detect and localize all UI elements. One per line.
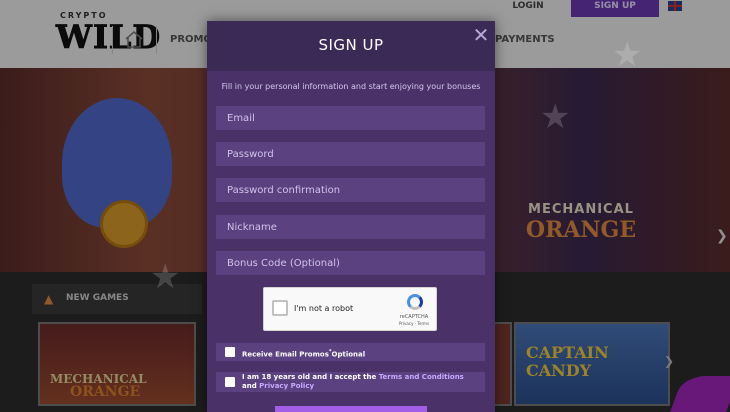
close-icon[interactable]: ✕	[472, 25, 490, 45]
password-field[interactable]	[216, 142, 485, 166]
email-promos-checkbox[interactable]	[225, 347, 235, 357]
sparkle-star-icon: ★	[540, 97, 571, 137]
recaptcha-widget: I'm not a robot reCAPTCHA Privacy · Term…	[263, 287, 437, 331]
modal-header: SIGN UP ✕	[207, 21, 495, 71]
email-promos-text: Receive Email Promos	[242, 350, 329, 359]
signup-modal: SIGN UP ✕ Fill in your personal informat…	[207, 21, 495, 412]
recaptcha-links[interactable]: Privacy · Terms	[394, 321, 434, 326]
bonus-code-field[interactable]	[216, 251, 485, 275]
modal-title: SIGN UP	[318, 36, 384, 54]
terms-label: I am 18 years old and I accept the Terms…	[242, 373, 478, 391]
sparkle-star-icon: ★	[612, 35, 643, 75]
email-field[interactable]	[216, 106, 485, 130]
terms-checkbox[interactable]	[225, 377, 235, 387]
email-promos-label: Receive Email Promos*Optional	[242, 349, 366, 359]
terms-link[interactable]: Terms and Conditions	[379, 373, 464, 381]
terms-and: and	[242, 382, 260, 390]
recaptcha-brand: reCAPTCHA	[399, 314, 429, 320]
recaptcha-label: I'm not a robot	[294, 304, 354, 313]
sparkle-star-icon: ★	[150, 257, 181, 297]
privacy-link[interactable]: Privacy Policy	[259, 382, 314, 390]
email-promos-optional: Optional	[331, 350, 366, 359]
signup-submit-button[interactable]	[275, 406, 427, 412]
email-promos-row: Receive Email Promos*Optional	[216, 343, 485, 361]
terms-prefix: I am 18 years old and I accept the	[242, 373, 379, 381]
recaptcha-checkbox[interactable]	[272, 300, 288, 316]
recaptcha-logo-icon	[407, 294, 423, 310]
terms-row: I am 18 years old and I accept the Terms…	[216, 372, 485, 392]
modal-intro-text: Fill in your personal information and st…	[221, 82, 481, 91]
nickname-field[interactable]	[216, 215, 485, 239]
password-confirmation-field[interactable]	[216, 178, 485, 202]
